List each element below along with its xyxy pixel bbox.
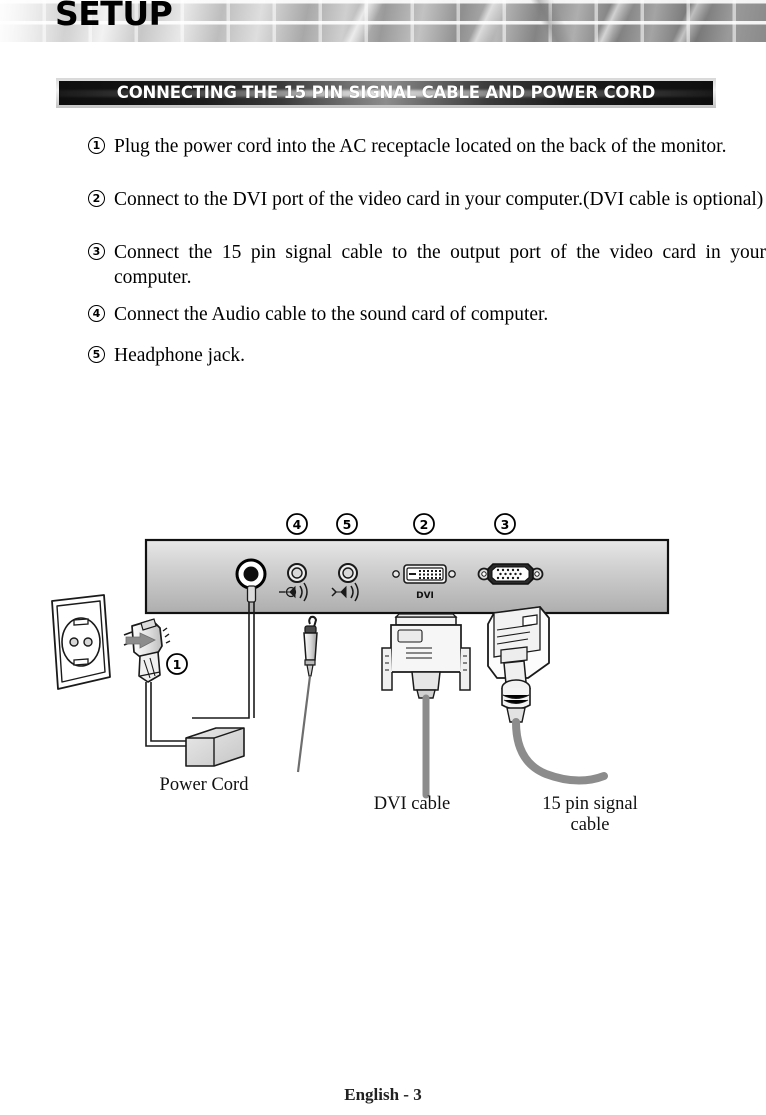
power-cord-wire (145, 682, 190, 747)
callout-4-label: 4 (293, 517, 302, 532)
wall-socket (51, 594, 111, 690)
step-text: Plug the power cord into the AC receptac… (114, 136, 727, 157)
callout-1: 1 (166, 653, 188, 675)
list-item: 5 Headphone jack. (88, 343, 766, 368)
step-text: Connect to the DVI port of the video car… (114, 189, 764, 210)
signal-cable-label-line1: 15 pin signal (542, 794, 638, 814)
ac-power-inlet (235, 558, 267, 590)
headphone-jack (338, 563, 358, 583)
instruction-list: 1 Plug the power cord into the AC recept… (88, 134, 766, 368)
callout-4: 4 (286, 513, 308, 535)
callout-3: 3 (494, 513, 516, 535)
callout-3-label: 3 (501, 517, 510, 532)
step-number-badge: 5 (88, 346, 105, 363)
line-in-audio-jack (287, 563, 307, 583)
signal-cable-label-line2: cable (570, 815, 609, 835)
section-title-bar: CONNECTING THE 15 PIN SIGNAL CABLE AND P… (56, 78, 716, 108)
list-item: 2 Connect to the DVI port of the video c… (88, 187, 766, 212)
list-item: 1 Plug the power cord into the AC recept… (88, 134, 766, 159)
step-number-badge: 1 (88, 137, 105, 154)
step-text: Headphone jack. (114, 345, 246, 366)
callout-5-label: 5 (343, 517, 352, 532)
callout-2: 2 (413, 513, 435, 535)
dvi-port-label: DVI (416, 591, 434, 601)
step-number-badge: 2 (88, 190, 105, 207)
section-bar-inner: CONNECTING THE 15 PIN SIGNAL CABLE AND P… (59, 81, 713, 105)
step-text: Connect the Audio cable to the sound car… (114, 304, 549, 325)
dvi-cable-connector (381, 613, 471, 799)
callout-1-label: 1 (173, 657, 182, 672)
power-plug (123, 618, 171, 683)
callout-2-label: 2 (420, 517, 429, 532)
power-adapter-brick (185, 727, 245, 767)
step-text: Connect the 15 pin signal cable to the o… (114, 242, 766, 288)
connection-diagram: 4 5 2 3 DVI 1 Power Cord DVI cable 15 pi… (0, 500, 766, 840)
page-footer: English - 3 (344, 1085, 422, 1104)
callout-5: 5 (336, 513, 358, 535)
step-number-badge: 4 (88, 305, 105, 322)
dvi-cable-label: DVI cable (374, 794, 451, 814)
list-item: 3 Connect the 15 pin signal cable to the… (88, 240, 766, 290)
list-item: 4 Connect the Audio cable to the sound c… (88, 302, 766, 327)
step-number-badge: 3 (88, 243, 105, 260)
audio-minijack-cable (296, 615, 318, 773)
power-cord-label: Power Cord (160, 775, 250, 795)
page-title: SETUP (55, 0, 173, 33)
section-title-text: CONNECTING THE 15 PIN SIGNAL CABLE AND P… (116, 83, 656, 102)
vga-cable-connector (487, 606, 608, 785)
